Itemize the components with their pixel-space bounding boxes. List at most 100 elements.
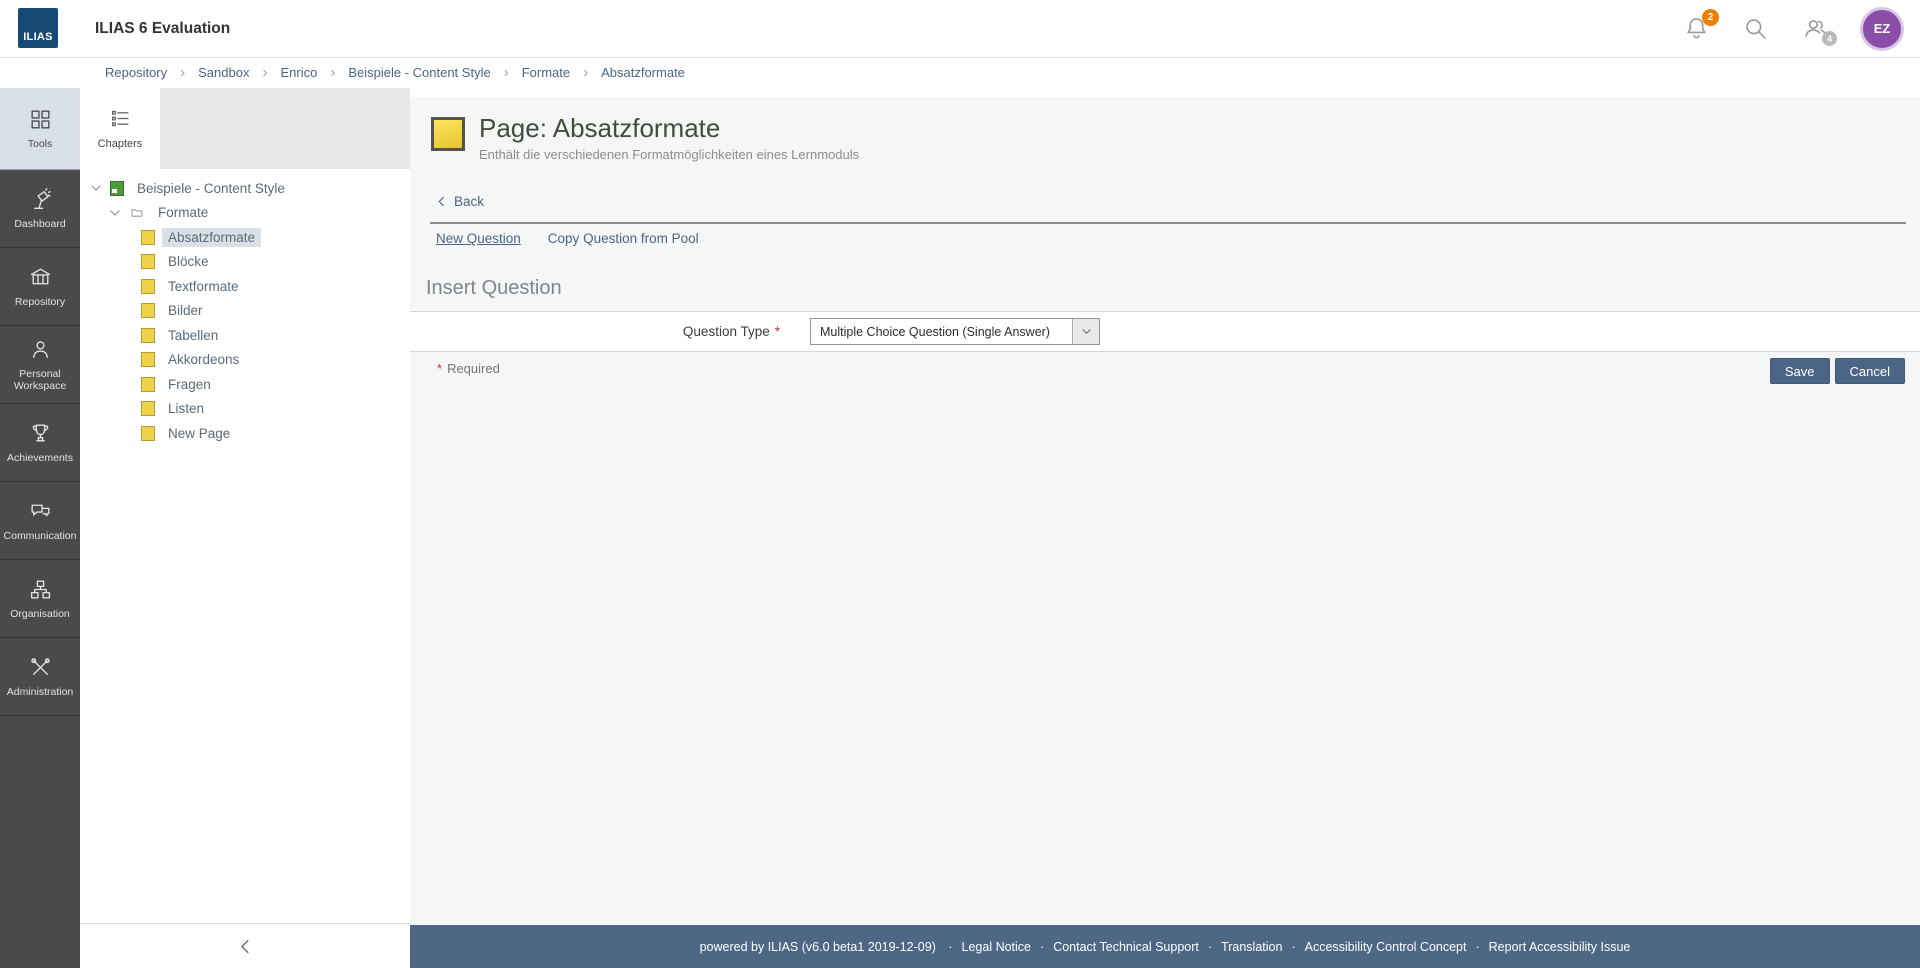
tree-item-bilder[interactable]: Bilder [80, 299, 410, 324]
tree-item-label: Formate [158, 205, 209, 221]
avatar[interactable]: EZ [1860, 6, 1904, 51]
footer-link-report-accessibility-issue[interactable]: Report Accessibility Issue [1489, 940, 1631, 954]
page-header: Page: Absatzformate Enthält die verschie… [431, 114, 859, 162]
question-type-select[interactable]: Multiple Choice Question (Single Answer) [810, 318, 1100, 345]
sidebar-item-repository[interactable]: Repository [0, 248, 80, 326]
breadcrumb-item-enrico[interactable]: Enrico [280, 65, 317, 80]
breadcrumb-item-formate[interactable]: Formate [522, 65, 570, 80]
ilias-logo[interactable]: ILIAS [18, 8, 58, 48]
required-marker: * [774, 324, 780, 339]
chapter-tree: Beispiele - Content Style Formate Absatzfo… [80, 169, 410, 923]
select-dropdown-button[interactable] [1072, 319, 1099, 344]
sidebar-item-achievements[interactable]: Achievements [0, 404, 80, 482]
new-question-link[interactable]: New Question [436, 231, 521, 246]
chevron-down-icon[interactable] [108, 206, 122, 220]
achievements-icon [28, 421, 53, 446]
sidebar-item-communication[interactable]: Communication [0, 482, 80, 560]
page-icon [141, 376, 155, 392]
chevron-down-icon[interactable] [89, 181, 103, 195]
sidebar-item-label: Communication [3, 529, 77, 542]
sidebar-item-label: Organisation [10, 607, 70, 620]
page-icon [141, 352, 155, 368]
tab-chapters[interactable]: Chapters [80, 88, 160, 169]
tree-item-label: Tabellen [168, 327, 219, 343]
sidebar-item-organisation[interactable]: Organisation [0, 560, 80, 638]
footer-separator: · [1040, 939, 1045, 954]
breadcrumb-item-repository[interactable]: Repository [105, 65, 167, 80]
back-link[interactable]: Back [436, 194, 484, 209]
sidebar-item-label: Tools [27, 137, 53, 150]
breadcrumb-item-sandbox[interactable]: Sandbox [198, 65, 249, 80]
required-note: * Required [437, 361, 500, 376]
sidebar-item-tools[interactable]: Tools [0, 88, 80, 170]
footer-link-legal-notice[interactable]: Legal Notice [962, 940, 1032, 954]
sidebar-item-label: Personal Workspace [13, 367, 67, 392]
tree-item-new-page[interactable]: New Page [80, 421, 410, 446]
tree-item-label: Absatzformate [162, 227, 262, 247]
question-type-label: Question Type * [682, 324, 780, 339]
tree-item-label: New Page [168, 425, 231, 441]
sidebar-item-personal-workspace[interactable]: Personal Workspace [0, 326, 80, 404]
breadcrumb-bar: Repository › Sandbox › Enrico › Beispiele - Co… [0, 57, 1920, 89]
powered-by-link[interactable]: powered by ILIAS (v6.0 beta1 2019-12-09) [700, 940, 936, 954]
search-icon [1746, 19, 1766, 39]
required-marker: * [437, 361, 443, 376]
content-top-strip [410, 88, 1920, 97]
search-button[interactable] [1742, 15, 1769, 42]
notifications-button[interactable]: 2 [1683, 9, 1719, 42]
sidebar-item-label: Achievements [7, 451, 73, 464]
footer-separator: · [948, 939, 953, 954]
page-icon [141, 229, 155, 245]
tools-grid-icon [28, 107, 53, 132]
sidebar-item-label: Administration [6, 685, 74, 698]
online-users-badge: 4 [1822, 31, 1837, 46]
tree-item-listen[interactable]: Listen [80, 397, 410, 422]
folder-icon [129, 206, 145, 220]
tree-item-absatzformate[interactable]: Absatzformate [80, 225, 410, 250]
tab-chapters-label: Chapters [97, 137, 143, 150]
sidebar-item-administration[interactable]: Administration [0, 638, 80, 716]
sidebar-item-label: Dashboard [14, 217, 66, 230]
online-users-button[interactable]: 4 [1801, 15, 1837, 46]
notification-badge: 2 [1702, 9, 1719, 26]
avatar-initials: EZ [1873, 21, 1891, 36]
back-label: Back [454, 194, 485, 209]
save-button[interactable]: Save [1769, 358, 1830, 384]
breadcrumb-item-absatzformate[interactable]: Absatzformate [601, 65, 685, 80]
tree-item-label: Akkordeons [168, 352, 240, 368]
breadcrumb-separator-icon: › [180, 64, 186, 81]
tree-item-bl-cke[interactable]: Blöcke [80, 250, 410, 275]
tree-item-formate[interactable]: Formate [80, 201, 410, 226]
slate-strip: Chapters [80, 88, 410, 169]
breadcrumb-item-beispiele-content-style[interactable]: Beispiele - Content Style [348, 65, 490, 80]
repository-icon [28, 265, 53, 290]
page-icon [141, 303, 155, 319]
tree-item-fragen[interactable]: Fragen [80, 372, 410, 397]
main-content: Page: Absatzformate Enthält die verschie… [410, 88, 1920, 925]
tree-item-textformate[interactable]: Textformate [80, 274, 410, 299]
copy-question-from-pool-link[interactable]: Copy Question from Pool [548, 231, 699, 246]
footer-link-accessibility-control-concept[interactable]: Accessibility Control Concept [1305, 940, 1467, 954]
page-icon [141, 278, 155, 294]
tree-item-akkordeons[interactable]: Akkordeons [80, 348, 410, 373]
footer-link-translation[interactable]: Translation [1221, 940, 1282, 954]
footer-link-contact-technical-support[interactable]: Contact Technical Support [1053, 940, 1199, 954]
tree-item-label: Bilder [168, 303, 203, 319]
learning-module-icon [110, 180, 124, 196]
cancel-button[interactable]: Cancel [1834, 358, 1905, 384]
ilias-logo-text: ILIAS [23, 31, 53, 43]
breadcrumb-separator-icon: › [583, 64, 589, 81]
breadcrumb-separator-icon: › [330, 64, 336, 81]
tree-item-label: Beispiele - Content Style [137, 180, 285, 196]
app-title: ILIAS 6 Evaluation [95, 20, 231, 37]
administration-icon [28, 655, 53, 680]
tree-item-tabellen[interactable]: Tabellen [80, 323, 410, 348]
chevron-down-icon [1081, 329, 1091, 334]
sidebar-item-dashboard[interactable]: Dashboard [0, 170, 80, 248]
collapse-slate-button[interactable] [80, 923, 410, 968]
page-icon [141, 327, 155, 343]
question-type-row: Question Type * Multiple Choice Question… [410, 311, 1920, 352]
question-type-select-value: Multiple Choice Question (Single Answer) [820, 324, 1050, 339]
page-title: Page: Absatzformate [479, 113, 721, 143]
tree-item-beispiele-content-style[interactable]: Beispiele - Content Style [80, 176, 410, 201]
